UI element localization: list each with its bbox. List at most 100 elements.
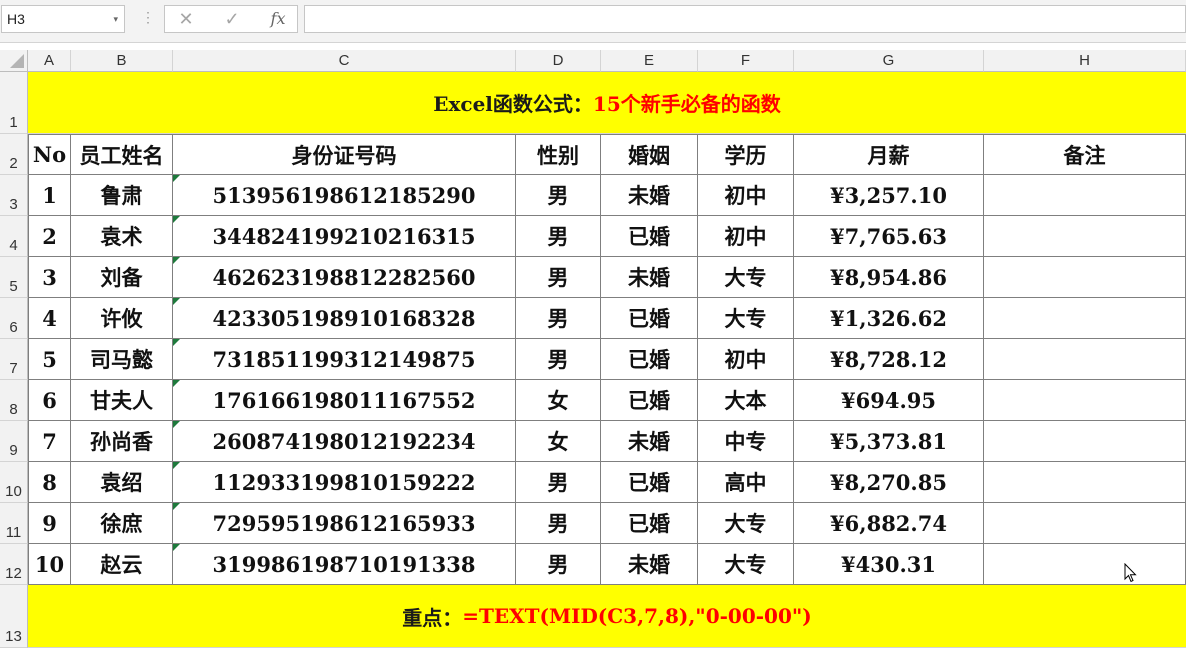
cell-d10[interactable]: 男 <box>516 462 601 503</box>
select-all-corner[interactable] <box>0 50 28 72</box>
row-header-6[interactable]: 6 <box>0 298 28 339</box>
cell-d11[interactable]: 男 <box>516 503 601 544</box>
cell-h8[interactable] <box>984 380 1186 421</box>
cell-h11[interactable] <box>984 503 1186 544</box>
cell-e4[interactable]: 已婚 <box>601 216 698 257</box>
cell-b6[interactable]: 许攸 <box>71 298 173 339</box>
cell-e11[interactable]: 已婚 <box>601 503 698 544</box>
cell-e6[interactable]: 已婚 <box>601 298 698 339</box>
row-header-8[interactable]: 8 <box>0 380 28 421</box>
column-header-b[interactable]: B <box>71 50 173 72</box>
row-header-3[interactable]: 3 <box>0 175 28 216</box>
cell-b3[interactable]: 鲁肃 <box>71 175 173 216</box>
row-header-1[interactable]: 1 <box>0 72 28 134</box>
column-header-d[interactable]: D <box>516 50 601 72</box>
column-header-f[interactable]: F <box>698 50 794 72</box>
cell-b8[interactable]: 甘夫人 <box>71 380 173 421</box>
cell-a3[interactable]: 1 <box>28 175 71 216</box>
cell-a4[interactable]: 2 <box>28 216 71 257</box>
formula-input[interactable] <box>304 5 1186 33</box>
cell-b7[interactable]: 司马懿 <box>71 339 173 380</box>
cell-b11[interactable]: 徐庶 <box>71 503 173 544</box>
header-cell-c[interactable]: 身份证号码 <box>173 134 516 175</box>
cell-h5[interactable] <box>984 257 1186 298</box>
cell-a10[interactable]: 8 <box>28 462 71 503</box>
row-header-10[interactable]: 10 <box>0 462 28 503</box>
cancel-icon[interactable]: ✕ <box>171 6 201 32</box>
cell-h7[interactable] <box>984 339 1186 380</box>
row-header-11[interactable]: 11 <box>0 503 28 544</box>
column-header-e[interactable]: E <box>601 50 698 72</box>
row-header-12[interactable]: 12 <box>0 544 28 585</box>
cell-g10[interactable]: ¥8,270.85 <box>794 462 984 503</box>
cell-e9[interactable]: 未婚 <box>601 421 698 462</box>
cell-c5[interactable]: 462623198812282560 <box>173 257 516 298</box>
cell-d5[interactable]: 男 <box>516 257 601 298</box>
cell-b12[interactable]: 赵云 <box>71 544 173 585</box>
column-header-c[interactable]: C <box>173 50 516 72</box>
title-banner[interactable]: Excel函数公式： 15个新手必备的函数 <box>28 72 1186 134</box>
cell-d3[interactable]: 男 <box>516 175 601 216</box>
cell-c12[interactable]: 319986198710191338 <box>173 544 516 585</box>
cell-a12[interactable]: 10 <box>28 544 71 585</box>
cell-a5[interactable]: 3 <box>28 257 71 298</box>
chevron-down-icon[interactable]: ▾ <box>113 6 118 32</box>
header-cell-e[interactable]: 婚姻 <box>601 134 698 175</box>
vertical-dots-icon[interactable]: ⋮ <box>141 9 155 26</box>
cell-d12[interactable]: 男 <box>516 544 601 585</box>
cell-c4[interactable]: 344824199210216315 <box>173 216 516 257</box>
cell-g4[interactable]: ¥7,765.63 <box>794 216 984 257</box>
insert-function-icon[interactable]: fx <box>263 6 293 32</box>
cell-g5[interactable]: ¥8,954.86 <box>794 257 984 298</box>
cell-f7[interactable]: 初中 <box>698 339 794 380</box>
cell-g9[interactable]: ¥5,373.81 <box>794 421 984 462</box>
row-header-13[interactable]: 13 <box>0 585 28 648</box>
cell-f3[interactable]: 初中 <box>698 175 794 216</box>
cell-a7[interactable]: 5 <box>28 339 71 380</box>
cell-a6[interactable]: 4 <box>28 298 71 339</box>
cell-h4[interactable] <box>984 216 1186 257</box>
cell-f11[interactable]: 大专 <box>698 503 794 544</box>
column-header-h[interactable]: H <box>984 50 1186 72</box>
cell-f6[interactable]: 大专 <box>698 298 794 339</box>
cell-g6[interactable]: ¥1,326.62 <box>794 298 984 339</box>
cell-c9[interactable]: 260874198012192234 <box>173 421 516 462</box>
cell-e7[interactable]: 已婚 <box>601 339 698 380</box>
cell-c3[interactable]: 513956198612185290 <box>173 175 516 216</box>
cell-e3[interactable]: 未婚 <box>601 175 698 216</box>
cell-c8[interactable]: 176166198011167552 <box>173 380 516 421</box>
cell-e12[interactable]: 未婚 <box>601 544 698 585</box>
row-header-2[interactable]: 2 <box>0 134 28 175</box>
row-header-5[interactable]: 5 <box>0 257 28 298</box>
cell-g8[interactable]: ¥694.95 <box>794 380 984 421</box>
cell-f10[interactable]: 高中 <box>698 462 794 503</box>
cell-b4[interactable]: 袁术 <box>71 216 173 257</box>
cell-d6[interactable]: 男 <box>516 298 601 339</box>
cell-h12[interactable] <box>984 544 1186 585</box>
cell-c11[interactable]: 729595198612165933 <box>173 503 516 544</box>
row-header-7[interactable]: 7 <box>0 339 28 380</box>
column-header-g[interactable]: G <box>794 50 984 72</box>
cell-f8[interactable]: 大本 <box>698 380 794 421</box>
cell-d8[interactable]: 女 <box>516 380 601 421</box>
cell-g3[interactable]: ¥3,257.10 <box>794 175 984 216</box>
row-header-4[interactable]: 4 <box>0 216 28 257</box>
cell-d4[interactable]: 男 <box>516 216 601 257</box>
cell-h9[interactable] <box>984 421 1186 462</box>
cell-e8[interactable]: 已婚 <box>601 380 698 421</box>
cell-f5[interactable]: 大专 <box>698 257 794 298</box>
header-cell-f[interactable]: 学历 <box>698 134 794 175</box>
enter-check-icon[interactable]: ✓ <box>217 6 247 32</box>
name-box[interactable]: H3 ▾ <box>1 5 125 33</box>
header-cell-a[interactable]: No <box>28 134 71 175</box>
cell-d7[interactable]: 男 <box>516 339 601 380</box>
cell-f9[interactable]: 中专 <box>698 421 794 462</box>
header-cell-g[interactable]: 月薪 <box>794 134 984 175</box>
cell-g7[interactable]: ¥8,728.12 <box>794 339 984 380</box>
cell-c7[interactable]: 731851199312149875 <box>173 339 516 380</box>
cell-c6[interactable]: 423305198910168328 <box>173 298 516 339</box>
cell-a11[interactable]: 9 <box>28 503 71 544</box>
cell-f4[interactable]: 初中 <box>698 216 794 257</box>
header-cell-b[interactable]: 员工姓名 <box>71 134 173 175</box>
cell-b9[interactable]: 孙尚香 <box>71 421 173 462</box>
